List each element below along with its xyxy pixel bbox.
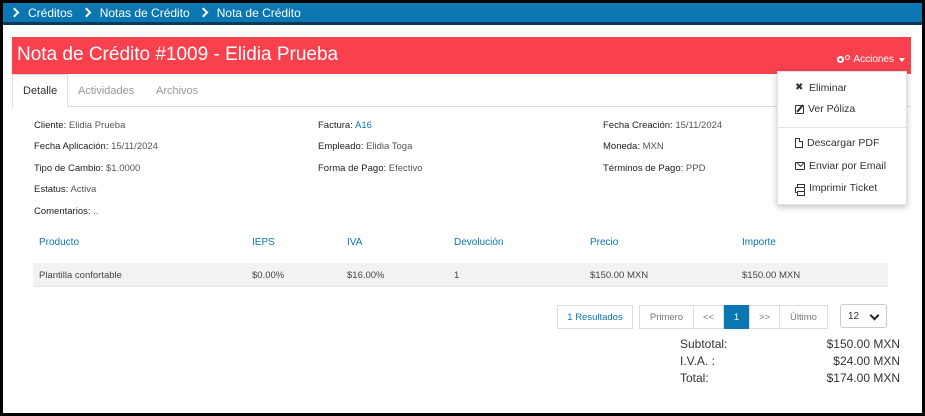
total-value: $174.00 MXN xyxy=(826,371,900,385)
table-cell: $0.00% xyxy=(252,270,285,281)
tab-detalle[interactable]: Detalle xyxy=(12,74,69,108)
menu-item-label: Enviar por Email xyxy=(809,160,887,172)
field-value: 15/11/2024 xyxy=(675,120,723,131)
field-tipo-cambio: Tipo de Cambio: $1.0000 xyxy=(34,163,140,174)
menu-item-imprimir-ticket[interactable]: Imprimir Ticket xyxy=(795,182,878,196)
field-estatus: Estatus: Activa xyxy=(34,184,96,195)
column-header-ieps[interactable]: IEPS xyxy=(252,237,275,248)
field-label: Fecha Aplicación: xyxy=(34,141,109,152)
field-fecha-creacion: Fecha Creación: 15/11/2024 xyxy=(603,120,722,131)
table-cell: $150.00 MXN xyxy=(590,270,649,281)
field-value: Elidia Toga xyxy=(366,141,413,152)
field-label: Términos de Pago: xyxy=(603,163,684,174)
field-label: Factura: xyxy=(318,120,353,131)
field-value: 15/11/2024 xyxy=(111,141,158,152)
field-moneda: Moneda: MXN xyxy=(603,141,664,152)
menu-item-label: Imprimir Ticket xyxy=(809,182,878,194)
table-cell: Plantilla confortable xyxy=(39,270,122,281)
page-current-button[interactable]: 1 xyxy=(724,305,749,329)
field-forma-pago: Forma de Pago: Efectivo xyxy=(318,163,423,174)
field-label: Empleado: xyxy=(318,141,364,152)
tab-actividades[interactable]: Actividades xyxy=(68,74,144,107)
total-total: Total: $174.00 MXN xyxy=(680,371,900,385)
page-prev-button[interactable]: << xyxy=(693,305,724,329)
gear-small-icon xyxy=(845,54,851,60)
column-header-iva[interactable]: IVA xyxy=(347,237,362,248)
page-title: Nota de Crédito #1009 - Elidia Prueba xyxy=(17,44,339,65)
page-header: Nota de Crédito #1009 - Elidia Prueba Ac… xyxy=(12,37,911,74)
field-fecha-aplicacion: Fecha Aplicación: 15/11/2024 xyxy=(34,141,158,152)
total-value: $150.00 MXN xyxy=(826,337,900,351)
menu-item-eliminar[interactable]: ✖ Eliminar xyxy=(795,82,847,94)
table-row: Plantilla confortable $0.00% $16.00% 1 $… xyxy=(33,263,888,287)
field-value: Elidia Prueba xyxy=(68,120,126,131)
caret-down-icon xyxy=(899,57,905,62)
chevron-right-icon xyxy=(81,7,92,18)
envelope-icon xyxy=(795,162,805,170)
field-empleado: Empleado: Elidia Toga xyxy=(318,141,412,152)
breadcrumb-item-nota-credito: Nota de Crédito xyxy=(216,5,301,20)
menu-item-descargar-pdf[interactable]: Descargar PDF xyxy=(795,137,879,149)
total-iva: I.V.A. : $24.00 MXN xyxy=(680,354,900,368)
column-header-producto[interactable]: Producto xyxy=(39,237,79,248)
edit-icon xyxy=(795,104,804,114)
field-factura: Factura: A16 xyxy=(318,120,372,131)
field-label: Moneda: xyxy=(603,141,640,152)
page-size-value: 12 xyxy=(848,310,860,322)
page-last-button[interactable]: Último xyxy=(779,305,828,329)
field-cliente: Cliente: Elidia Prueba xyxy=(34,120,125,131)
pdf-file-icon xyxy=(795,138,803,148)
gears-icon xyxy=(837,56,845,63)
field-value: $1.0000 xyxy=(106,163,141,174)
table-cell: 1 xyxy=(454,270,460,281)
field-value: MXN xyxy=(642,141,664,152)
results-count: 1 Resultados xyxy=(557,305,633,329)
menu-item-enviar-email[interactable]: Enviar por Email xyxy=(795,160,886,172)
breadcrumb-item-creditos[interactable]: Créditos xyxy=(28,6,73,20)
chevron-right-icon xyxy=(198,7,209,18)
factura-link[interactable]: A16 xyxy=(355,120,372,131)
breadcrumb: Créditos Notas de Crédito Nota de Crédit… xyxy=(3,3,922,25)
field-label: Comentarios: xyxy=(34,206,91,217)
field-label: Forma de Pago: xyxy=(318,163,387,174)
table-cell: $150.00 MXN xyxy=(742,270,801,281)
total-label: Subtotal: xyxy=(680,337,728,351)
page-size-select[interactable]: 12 xyxy=(840,304,887,328)
column-header-importe[interactable]: Importe xyxy=(742,237,776,248)
column-header-precio[interactable]: Precio xyxy=(590,237,618,248)
page-next-button[interactable]: >> xyxy=(749,305,780,329)
menu-divider xyxy=(778,127,906,128)
print-icon xyxy=(795,183,805,196)
field-comentarios: Comentarios: .. xyxy=(34,206,98,217)
field-value: Efectivo xyxy=(388,163,423,174)
menu-item-label: Ver Póliza xyxy=(808,103,856,115)
field-label: Fecha Creación: xyxy=(603,120,673,131)
field-value: PPD xyxy=(685,163,706,174)
breadcrumb-item-notas-credito[interactable]: Notas de Crédito xyxy=(100,6,190,20)
tab-archivos[interactable]: Archivos xyxy=(146,74,208,107)
actions-dropdown-menu: ✖ Eliminar Ver Póliza Descargar PDF Envi… xyxy=(777,71,907,205)
actions-button[interactable]: Acciones xyxy=(837,54,905,65)
menu-item-label: Eliminar xyxy=(809,82,847,94)
column-header-devolucion[interactable]: Devolución xyxy=(454,237,503,248)
actions-label: Acciones xyxy=(853,54,894,65)
field-label: Tipo de Cambio: xyxy=(34,163,104,174)
total-value: $24.00 MXN xyxy=(833,354,900,368)
total-subtotal: Subtotal: $150.00 MXN xyxy=(680,337,900,351)
menu-item-ver-poliza[interactable]: Ver Póliza xyxy=(795,103,855,115)
menu-item-label: Descargar PDF xyxy=(807,137,880,149)
chevron-down-icon xyxy=(869,310,880,321)
chevron-right-icon xyxy=(9,7,20,18)
total-label: Total: xyxy=(680,371,709,385)
total-label: I.V.A. : xyxy=(680,354,715,368)
field-value: .. xyxy=(93,206,99,217)
close-icon: ✖ xyxy=(795,82,804,93)
field-value: Activa xyxy=(70,184,97,195)
field-label: Estatus: xyxy=(34,184,69,195)
page-first-button[interactable]: Primero xyxy=(639,305,694,329)
field-terminos-pago: Términos de Pago: PPD xyxy=(603,163,705,174)
table-cell: $16.00% xyxy=(347,270,385,281)
field-label: Cliente: xyxy=(34,120,67,131)
